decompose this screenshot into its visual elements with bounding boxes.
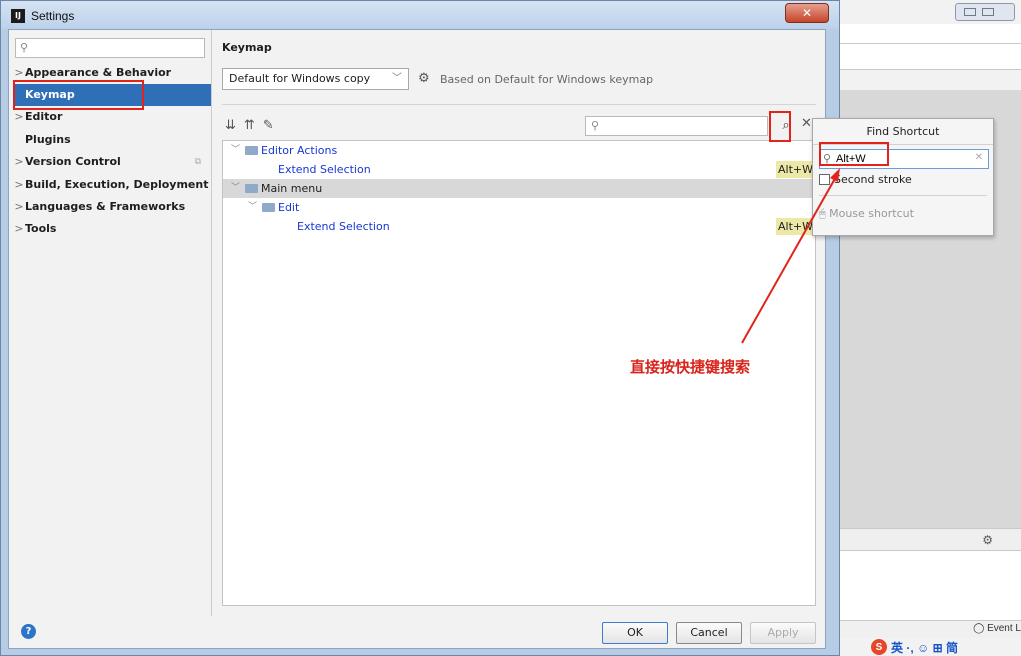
dialog-client: ⚲ > Appearance & Behavior Keymap > Editor … — [8, 29, 826, 649]
find-button-highlight-box — [769, 111, 791, 142]
sidebar-item-label: Plugins — [25, 133, 71, 146]
project-scope-icon: ⧉ — [194, 157, 201, 167]
sidebar-item-languages[interactable]: >Languages & Frameworks — [13, 196, 211, 218]
sogou-icon: S — [871, 639, 887, 655]
shortcut-badge: Alt+W — [776, 218, 815, 235]
sidebar-item-version-control[interactable]: >Version Control ⧉ — [13, 151, 211, 173]
tree-row[interactable]: ﹀ Main menu — [223, 179, 815, 198]
chevron-down-icon[interactable]: ﹀ — [231, 179, 240, 198]
sidebar-item-label: Languages & Frameworks — [25, 200, 186, 213]
chevron-right-icon: > — [14, 155, 24, 168]
shortcut-field-highlight-box — [819, 142, 889, 166]
divider — [819, 195, 987, 196]
tree-row[interactable]: ﹀ Editor Actions — [223, 141, 815, 160]
ime-status-text: 英 ·, ☺ ⊞ 简 — [891, 640, 958, 655]
collapse-all-icon[interactable]: ⇈ — [244, 118, 255, 133]
clear-filter-icon[interactable]: ✕ — [801, 116, 812, 131]
chevron-down-icon: ﹀ — [392, 73, 402, 84]
intellij-app-icon: IJ — [11, 9, 25, 23]
tree-row[interactable]: Extend Selection Alt+W — [223, 217, 815, 236]
apply-button[interactable]: Apply — [750, 622, 816, 644]
second-stroke-checkbox[interactable]: Second stroke — [819, 173, 912, 186]
divider — [222, 104, 816, 105]
based-on-label: Based on Default for Windows keymap — [440, 73, 654, 86]
search-icon: ⚲ — [591, 119, 600, 132]
tree-toolbar: ⇊ ⇈ ✎ — [225, 118, 282, 133]
minimize-icon[interactable] — [964, 8, 976, 16]
tree-row[interactable]: Extend Selection Alt+W — [223, 160, 815, 179]
search-icon: ⚲ — [20, 41, 29, 54]
sidebar-item-label: Version Control — [25, 155, 121, 168]
tree-row-label: Extend Selection — [297, 220, 390, 233]
mouse-icon: 🖱 — [819, 207, 826, 220]
gear-icon[interactable]: ⚙ — [982, 533, 993, 547]
title-bar: IJ Settings ✕ — [1, 1, 839, 29]
page-title: Keymap — [222, 41, 272, 54]
second-stroke-label: Second stroke — [834, 173, 912, 186]
folder-icon — [245, 184, 258, 193]
ime-toolbar[interactable]: S 英 ·, ☺ ⊞ 简 — [871, 638, 958, 656]
window-controls[interactable] — [955, 3, 1015, 21]
sidebar-item-tools[interactable]: >Tools — [13, 218, 211, 240]
annotation-text: 直接按快捷键搜索 — [630, 358, 751, 376]
mouse-shortcut-label: Mouse shortcut — [829, 207, 914, 220]
sidebar-item-label: Tools — [25, 222, 57, 235]
sidebar-item-label: Appearance & Behavior — [25, 66, 172, 79]
mouse-shortcut-option: 🖱 Mouse shortcut — [819, 207, 914, 221]
find-shortcut-popup: Find Shortcut ⚲ ✕ Second stroke 🖱 Mouse … — [812, 118, 994, 236]
maximize-icon[interactable] — [982, 8, 994, 16]
tree-row[interactable]: ﹀ Edit — [223, 198, 815, 217]
folder-icon — [262, 203, 275, 212]
expand-all-icon[interactable]: ⇊ — [225, 118, 236, 133]
sidebar-item-label: Build, Execution, Deployment — [25, 178, 209, 191]
help-button[interactable]: ? — [21, 624, 36, 639]
background-ide-window: ⚙ ◯ Event L S 英 ·, ☺ ⊞ 简 — [828, 0, 1021, 656]
chevron-right-icon: > — [14, 222, 24, 235]
ide-tool-window-header: ⚙ — [829, 528, 1021, 550]
tree-row-label: Editor Actions — [261, 144, 338, 157]
ok-button[interactable]: OK — [602, 622, 668, 644]
window-title: Settings — [31, 9, 75, 23]
cancel-button[interactable]: Cancel — [676, 622, 742, 644]
chevron-down-icon[interactable]: ﹀ — [231, 141, 240, 160]
clear-icon[interactable]: ✕ — [975, 152, 983, 163]
close-button[interactable]: ✕ — [785, 3, 829, 23]
sidebar-item-plugins[interactable]: Plugins — [13, 129, 211, 151]
action-filter[interactable]: ⚲ — [585, 116, 768, 136]
shortcut-badge: Alt+W — [776, 161, 815, 178]
ide-nav-strip — [829, 44, 1021, 70]
chevron-right-icon: > — [14, 200, 24, 213]
folder-icon — [245, 146, 258, 155]
tree-row-label: Main menu — [261, 182, 323, 195]
edit-pencil-icon[interactable]: ✎ — [263, 118, 274, 133]
tree-row-label: Edit — [278, 201, 300, 214]
action-filter-input[interactable] — [606, 118, 764, 134]
settings-sidebar: ⚲ >Appearance & Behavior Keymap >Editor … — [9, 30, 212, 616]
event-log-label: Event L — [987, 623, 1021, 634]
ide-tool-window — [829, 550, 1021, 620]
keymap-gear-icon[interactable]: ⚙ — [418, 71, 430, 86]
tree-row-label: Extend Selection — [278, 163, 371, 176]
checkbox-box[interactable] — [819, 174, 830, 185]
keymap-select[interactable]: Default for Windows copy ﹀ — [222, 68, 409, 90]
chevron-right-icon: > — [14, 178, 24, 191]
ide-status-bar: ◯ Event L — [829, 620, 1021, 638]
sidebar-item-build[interactable]: >Build, Execution, Deployment — [13, 174, 211, 196]
keymap-highlight-box — [13, 80, 144, 110]
sidebar-search-input[interactable] — [34, 40, 202, 56]
keymap-panel: Keymap Default for Windows copy ﹀ ⚙ Base… — [213, 30, 825, 616]
event-log-button[interactable]: ◯ Event L — [973, 623, 1021, 634]
ide-toolbar-strip — [829, 24, 1021, 44]
sidebar-item-label: Editor — [25, 110, 63, 123]
chevron-down-icon[interactable]: ﹀ — [248, 198, 257, 217]
keymap-select-value: Default for Windows copy — [229, 72, 371, 85]
sidebar-search[interactable]: ⚲ — [15, 38, 205, 58]
